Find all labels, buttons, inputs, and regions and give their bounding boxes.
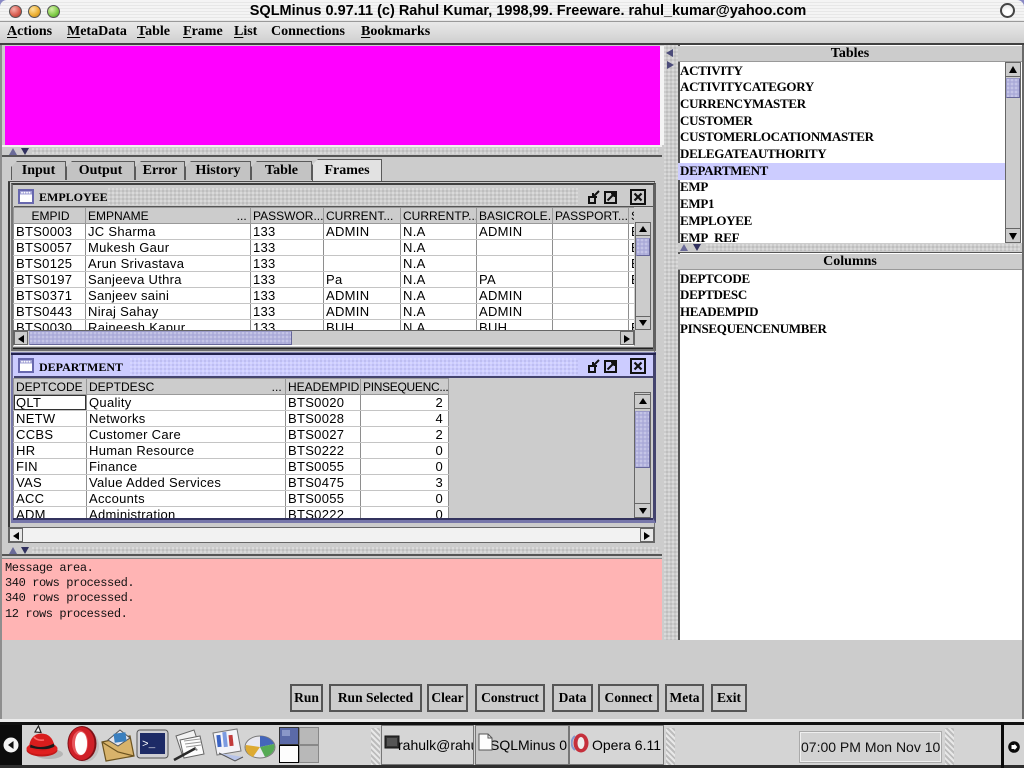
svg-text:>_: >_ — [142, 739, 156, 751]
